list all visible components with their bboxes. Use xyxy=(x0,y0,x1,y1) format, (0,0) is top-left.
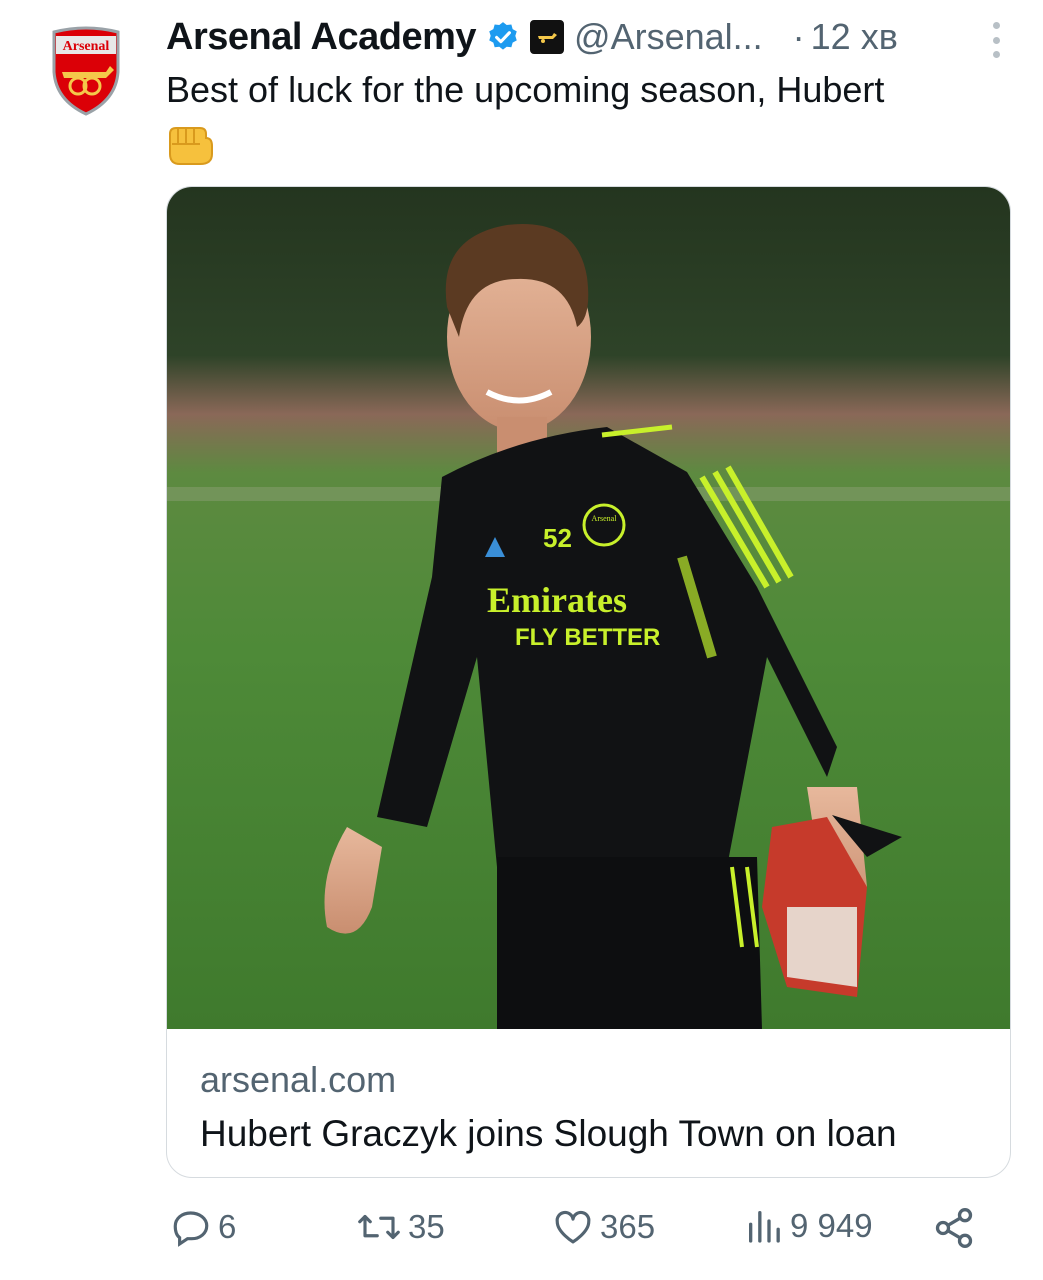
repost-count: 35 xyxy=(408,1208,445,1245)
card-title[interactable]: Hubert Graczyk joins Slough Town on loan xyxy=(200,1113,897,1155)
repost-button[interactable]: 35 xyxy=(356,1206,445,1248)
views-button[interactable]: 9 949 xyxy=(744,1206,873,1246)
oncoming-fist-emoji-icon xyxy=(169,127,213,165)
shirt-sponsor: Emirates xyxy=(487,580,627,620)
verified-badge-icon[interactable] xyxy=(486,20,520,54)
tweet-actions: 6 35 365 9 949 xyxy=(166,1206,986,1256)
author-handle[interactable]: @Arsenal... xyxy=(574,16,763,58)
shirt-number: 52 xyxy=(543,523,572,553)
views-chart-icon xyxy=(749,1211,780,1243)
reply-count: 6 xyxy=(218,1208,237,1245)
like-count: 365 xyxy=(600,1208,656,1245)
like-button[interactable]: 365 xyxy=(552,1206,655,1248)
tweet-timestamp[interactable]: 12 хв xyxy=(811,16,898,58)
repost-icon xyxy=(358,1214,400,1240)
share-button[interactable] xyxy=(932,1206,976,1250)
card-domain[interactable]: arsenal.com xyxy=(200,1059,396,1101)
author-avatar[interactable]: Arsenal xyxy=(48,26,124,118)
reply-icon xyxy=(173,1211,209,1247)
link-preview-card[interactable]: 52 Arsenal Emirates FLY BETTER arsenal.c… xyxy=(166,186,1011,1178)
author-name[interactable]: Arsenal Academy xyxy=(166,16,477,59)
separator-dot: · xyxy=(792,16,805,57)
card-image[interactable]: 52 Arsenal Emirates FLY BETTER xyxy=(167,187,1010,1029)
share-icon xyxy=(935,1208,973,1248)
tweet-header: Arsenal Academy @Arsenal... · 12 хв xyxy=(166,12,1003,62)
shirt-sponsor-tagline: FLY BETTER xyxy=(515,624,660,651)
affiliate-badge-icon[interactable] xyxy=(530,20,565,54)
tweet-text: Best of luck for the upcoming season, Hu… xyxy=(166,69,885,110)
heart-icon xyxy=(555,1210,591,1244)
shirt-crest-text: Arsenal xyxy=(592,514,618,523)
reply-button[interactable]: 6 xyxy=(170,1206,236,1248)
views-count: 9 949 xyxy=(790,1207,873,1244)
more-options-icon[interactable] xyxy=(991,22,1001,58)
svg-text:Arsenal: Arsenal xyxy=(63,39,110,54)
